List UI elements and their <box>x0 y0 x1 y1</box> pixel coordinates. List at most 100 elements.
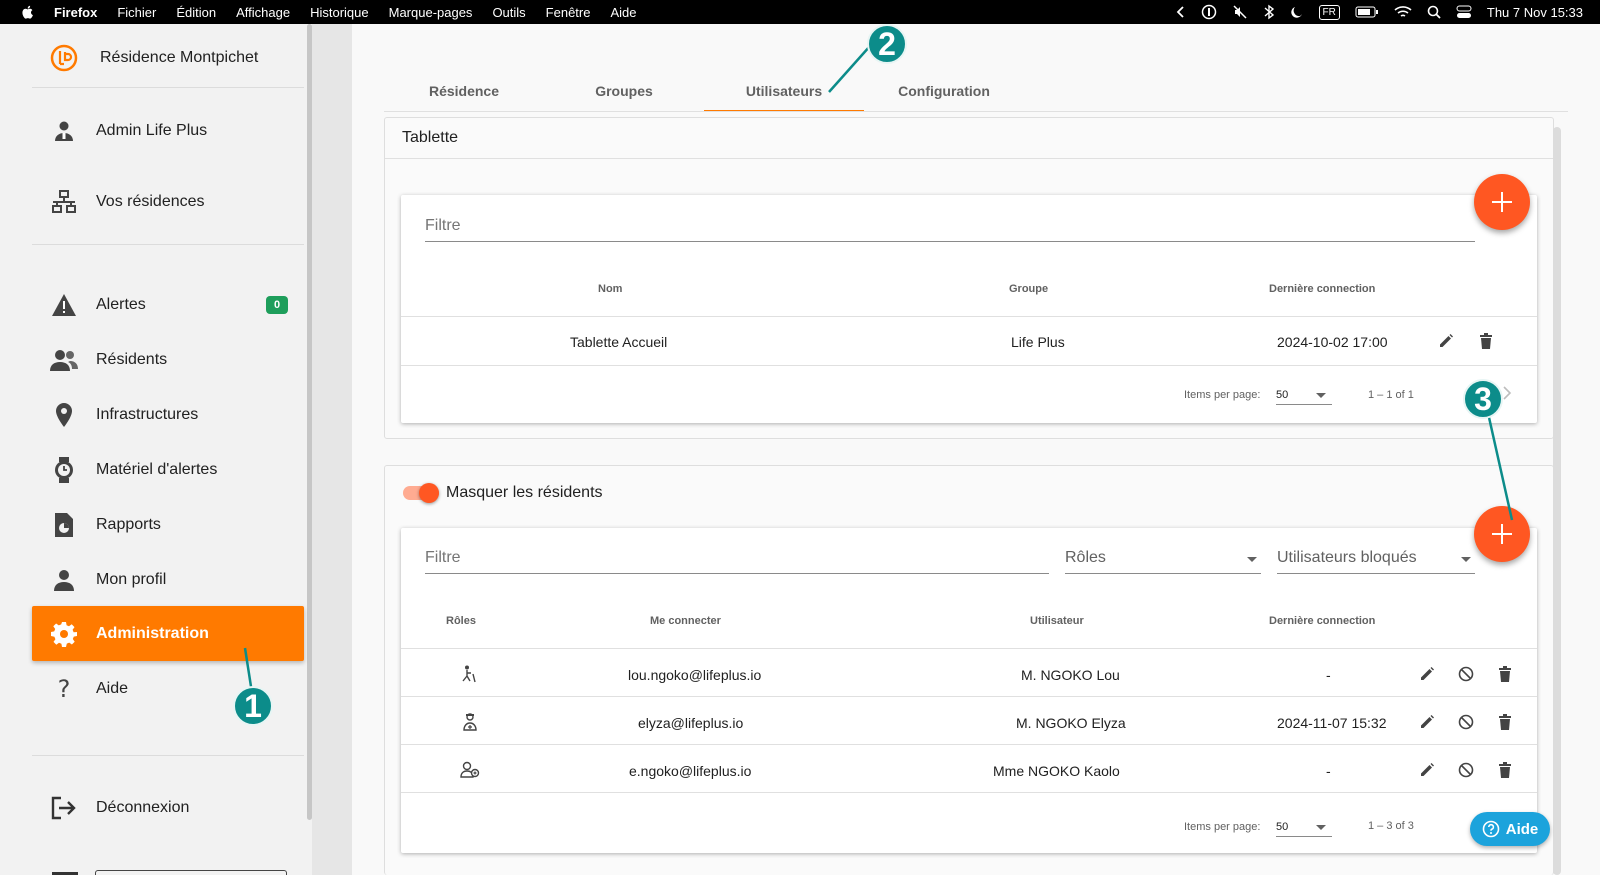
sidebar-item-label: Matériel d'alertes <box>96 460 218 478</box>
items-per-page-select[interactable]: 50 <box>1276 385 1332 405</box>
sidebar-item-mon-profil[interactable]: Mon profil <box>32 552 304 607</box>
plus-icon <box>1492 524 1512 544</box>
battery-icon[interactable] <box>1355 6 1379 18</box>
column-header-nom[interactable]: Nom <box>598 283 622 295</box>
sidebar-item-admin-life-plus[interactable]: Admin Life Plus <box>32 103 304 158</box>
input-source-indicator[interactable]: FR <box>1318 4 1340 20</box>
sidebar-item-label: Administration <box>96 624 209 642</box>
column-header-derniere-connection[interactable]: Dernière connection <box>1269 283 1375 295</box>
cell-login[interactable]: elyza@lifeplus.io <box>638 715 743 731</box>
tab-groupes[interactable]: Groupes <box>544 70 704 112</box>
column-header-groupe[interactable]: Groupe <box>1009 283 1048 295</box>
sidebar-item-administration[interactable]: Administration <box>32 606 304 661</box>
sidebar-divider <box>32 244 304 245</box>
truncated-sidebar-item[interactable] <box>95 870 287 875</box>
brand[interactable]: Résidence Montpichet <box>50 44 258 72</box>
row-divider <box>401 744 1537 745</box>
moon-icon[interactable] <box>1290 5 1304 19</box>
add-tablette-button[interactable] <box>1474 174 1530 230</box>
app-menu-firefox[interactable]: Firefox <box>54 5 97 20</box>
sidebar-item-materiel-alertes[interactable]: Matériel d'alertes <box>32 442 304 497</box>
main-scrollbar[interactable] <box>1553 127 1561 875</box>
sidebar-item-deconnexion[interactable]: Déconnexion <box>32 780 304 835</box>
pager-range: 1 – 3 of 3 <box>1368 820 1414 832</box>
menu-outils[interactable]: Outils <box>492 5 525 20</box>
column-header-utilisateur[interactable]: Utilisateur <box>1030 615 1084 627</box>
menu-affichage[interactable]: Affichage <box>236 5 290 20</box>
sidebar-item-label: Infrastructures <box>96 405 199 423</box>
roles-select[interactable]: Rôles <box>1065 549 1261 574</box>
sidebar-item-infrastructures[interactable]: Infrastructures <box>32 387 304 442</box>
tab-utilisateurs[interactable]: Utilisateurs <box>704 70 864 112</box>
macos-menubar: Firefox Fichier Édition Affichage Histor… <box>0 0 1600 24</box>
delete-trash-icon[interactable] <box>1495 712 1515 732</box>
items-per-page-value: 50 <box>1276 821 1289 833</box>
block-user-icon[interactable] <box>1456 712 1476 732</box>
mute-icon[interactable] <box>1232 4 1248 20</box>
delete-trash-icon[interactable] <box>1476 331 1496 351</box>
menu-marque-pages[interactable]: Marque-pages <box>389 5 473 20</box>
delete-trash-icon[interactable] <box>1495 664 1515 684</box>
column-header-derniere-connection[interactable]: Dernière connection <box>1269 615 1375 627</box>
report-icon <box>50 511 78 539</box>
delete-trash-icon[interactable] <box>1495 760 1515 780</box>
menu-edition[interactable]: Édition <box>176 5 216 20</box>
sidebar-item-label: Alertes <box>96 295 146 313</box>
roles-select-placeholder: Rôles <box>1065 549 1106 566</box>
sidebar-item-alertes[interactable]: Alertes 0 <box>32 277 304 332</box>
block-user-icon[interactable] <box>1456 664 1476 684</box>
tablette-filter-input[interactable]: Filtre <box>425 217 1475 242</box>
cell-login[interactable]: e.ngoko@lifeplus.io <box>629 763 751 779</box>
sidebar-item-residents[interactable]: Résidents <box>32 332 304 387</box>
users-filter-input[interactable]: Filtre <box>425 549 1049 574</box>
tab-configuration[interactable]: Configuration <box>864 70 1024 112</box>
add-user-button[interactable] <box>1474 506 1530 562</box>
cell-utilisateur: M. NGOKO Elyza <box>1016 715 1126 731</box>
column-header-roles[interactable]: Rôles <box>446 615 476 627</box>
sidebar-scrollbar[interactable] <box>307 24 312 820</box>
panel-header-divider <box>385 158 1553 159</box>
menubar-clock[interactable]: Thu 7 Nov 15:33 <box>1487 5 1583 20</box>
sidebar-item-label: Mon profil <box>96 570 167 588</box>
block-user-icon[interactable] <box>1456 760 1476 780</box>
onepassword-icon[interactable] <box>1201 4 1217 20</box>
users-table-card: Filtre Rôles Utilisateurs bloqués Rôles … <box>401 528 1537 853</box>
sidebar-item-rapports[interactable]: Rapports <box>32 497 304 552</box>
sitemap-icon <box>50 188 78 216</box>
menu-fenetre[interactable]: Fenêtre <box>546 5 591 20</box>
cell-derniere-connection: 2024-10-02 17:00 <box>1277 334 1388 350</box>
tab-residence[interactable]: Résidence <box>384 70 544 112</box>
sidebar-item-label: Admin Life Plus <box>96 121 208 139</box>
edit-pencil-icon[interactable] <box>1417 664 1437 684</box>
question-icon: ? <box>57 674 71 703</box>
caregiver-icon <box>460 712 480 732</box>
menu-aide[interactable]: Aide <box>610 5 636 20</box>
pager-label: Items per page: <box>1184 821 1261 833</box>
edit-pencil-icon[interactable] <box>1417 760 1437 780</box>
input-source-label: FR <box>1318 4 1340 20</box>
row-divider <box>401 648 1537 649</box>
menu-historique[interactable]: Historique <box>310 5 369 20</box>
bluetooth-icon[interactable] <box>1263 4 1275 20</box>
sidebar-item-label: Aide <box>96 679 129 697</box>
wifi-icon[interactable] <box>1394 5 1412 19</box>
items-per-page-select[interactable]: 50 <box>1276 817 1332 837</box>
blocked-users-select[interactable]: Utilisateurs bloqués <box>1277 549 1475 574</box>
logout-icon <box>50 794 78 822</box>
sidebar-item-vos-residences[interactable]: Vos résidences <box>32 174 304 229</box>
menu-fichier[interactable]: Fichier <box>117 5 156 20</box>
watch-icon <box>50 456 78 484</box>
spotlight-search-icon[interactable] <box>1427 5 1441 19</box>
sidebar-item-label: Rapports <box>96 515 161 533</box>
cell-login[interactable]: lou.ngoko@lifeplus.io <box>628 667 761 683</box>
chevron-down-icon <box>1316 393 1326 398</box>
help-button[interactable]: Aide <box>1470 812 1550 846</box>
control-center-icon[interactable] <box>1456 5 1472 19</box>
edit-pencil-icon[interactable] <box>1436 331 1456 351</box>
edit-pencil-icon[interactable] <box>1417 712 1437 732</box>
apple-icon[interactable] <box>20 4 36 20</box>
row-divider <box>401 696 1537 697</box>
chevron-left-icon[interactable] <box>1176 6 1186 18</box>
help-button-label: Aide <box>1505 820 1539 838</box>
column-header-me-connecter[interactable]: Me connecter <box>650 615 721 627</box>
